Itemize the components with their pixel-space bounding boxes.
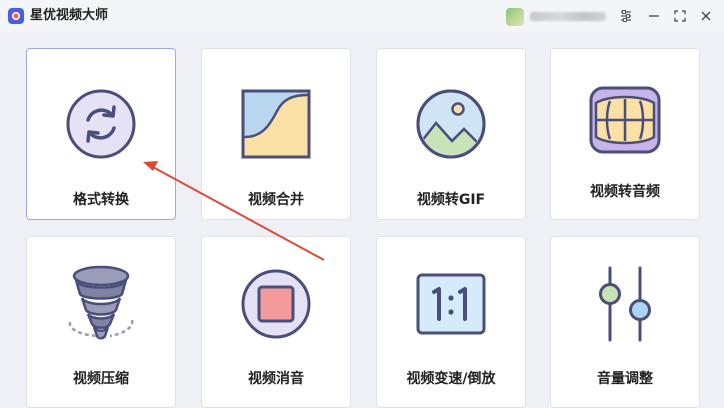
- tool-label: 视频转GIF: [416, 192, 486, 208]
- close-icon: [701, 11, 711, 21]
- tool-label: 视频转音频: [590, 184, 660, 200]
- gif-image-icon: [416, 89, 486, 159]
- convert-icon: [66, 89, 136, 159]
- tool-grid: 格式转换 视频合并 视频转GIF 视频转音频 视频压缩 视频消音 视频变速/倒放…: [0, 32, 724, 408]
- tool-card-volume-adjust[interactable]: 音量调整: [550, 236, 700, 408]
- tool-card-format-convert[interactable]: 格式转换: [26, 48, 176, 220]
- tool-label: 视频变速/倒放: [406, 371, 496, 387]
- audio-waveform-icon: [589, 86, 661, 154]
- speed-icon-wrap: [377, 267, 525, 341]
- maximize-button[interactable]: [670, 6, 690, 26]
- app-logo-icon: [8, 8, 24, 24]
- mute-icon-wrap: [202, 267, 350, 341]
- tornado-compress-icon: [68, 265, 134, 340]
- title-bar: 星优视频大师: [0, 0, 724, 32]
- user-avatar[interactable]: [506, 8, 524, 26]
- compress-icon-wrap: [27, 265, 175, 341]
- merge-icon-wrap: [202, 87, 350, 161]
- maximize-icon: [674, 10, 686, 22]
- tool-card-video-to-gif[interactable]: 视频转GIF: [376, 48, 526, 220]
- tool-label: 音量调整: [597, 371, 653, 387]
- tool-card-video-speed-reverse[interactable]: 视频变速/倒放: [376, 236, 526, 408]
- tool-label: 格式转换: [73, 192, 129, 208]
- tool-card-video-compress[interactable]: 视频压缩: [26, 236, 176, 408]
- volume-sliders-icon: [599, 266, 651, 342]
- convert-icon-wrap: [27, 87, 175, 161]
- tool-card-video-merge[interactable]: 视频合并: [201, 48, 351, 220]
- tool-card-video-mute[interactable]: 视频消音: [201, 236, 351, 408]
- tool-label: 视频消音: [248, 371, 304, 387]
- app-title: 星优视频大师: [30, 8, 109, 23]
- close-button[interactable]: [696, 6, 716, 26]
- settings-icon: [621, 10, 631, 22]
- gif-icon-wrap: [377, 87, 525, 161]
- minimize-icon: [649, 15, 659, 17]
- minimize-button[interactable]: [644, 6, 664, 26]
- username-blurred[interactable]: [530, 12, 606, 21]
- tool-label: 视频压缩: [73, 371, 129, 387]
- settings-button[interactable]: [616, 6, 636, 26]
- tool-label: 视频合并: [248, 192, 304, 208]
- tool-card-video-to-audio[interactable]: 视频转音频: [550, 48, 700, 220]
- audio-icon-wrap: [551, 83, 699, 157]
- mute-stop-icon: [241, 269, 311, 339]
- speed-ratio-icon: [416, 273, 486, 335]
- merge-icon: [241, 89, 311, 159]
- volume-icon-wrap: [551, 266, 699, 342]
